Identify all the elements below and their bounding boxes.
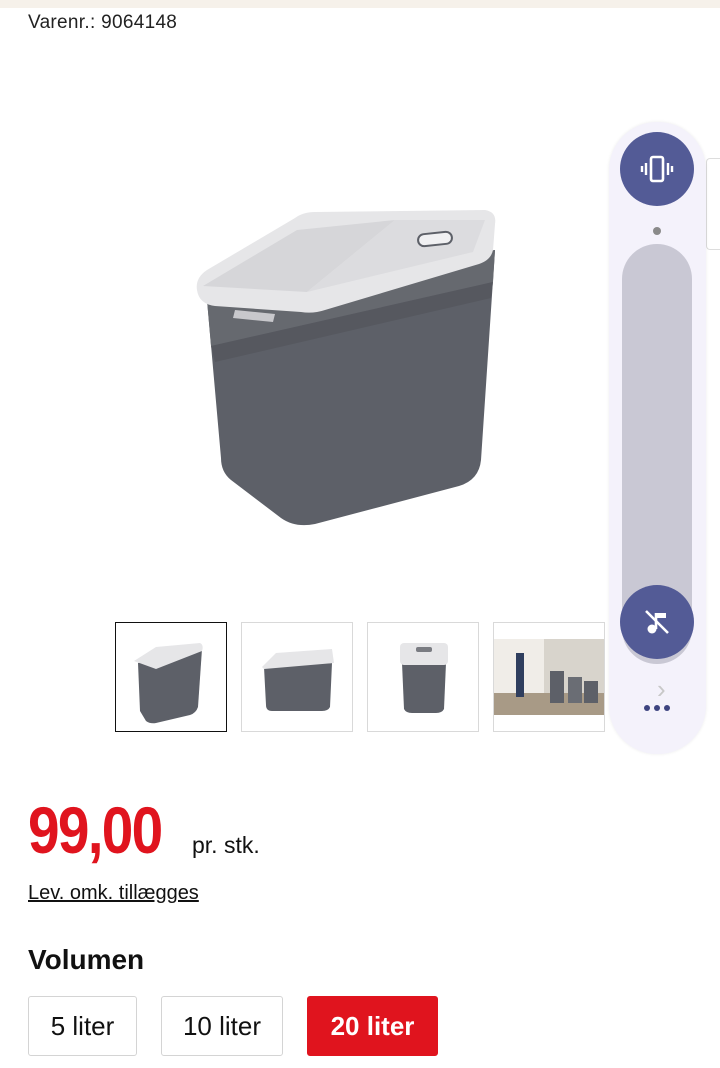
thumbnail-4-lifestyle[interactable] [493, 622, 605, 732]
music-mute-icon [645, 610, 669, 634]
volume-panel [609, 122, 706, 754]
thumbnail-strip [115, 622, 605, 732]
price-unit: pr. stk. [192, 832, 260, 858]
chevron-right-icon[interactable]: › [657, 674, 666, 705]
volume-indicator-dot [653, 227, 661, 235]
thumbnail-2[interactable] [241, 622, 353, 732]
music-mute-button[interactable] [620, 585, 694, 659]
more-options-icon [644, 705, 650, 711]
vibrate-button[interactable] [620, 132, 694, 206]
delivery-cost-link[interactable]: Lev. omk. tillægges [28, 882, 199, 905]
product-price: 99,00 [28, 793, 163, 867]
vibrate-icon [640, 155, 674, 183]
trash-bin-image [196, 210, 496, 526]
top-strip [0, 0, 720, 8]
volume-options: 5 liter 10 liter 20 liter [28, 996, 438, 1056]
side-panel-tab[interactable] [706, 158, 720, 250]
volume-heading: Volumen [28, 944, 145, 975]
thumbnail-1[interactable] [115, 622, 227, 732]
volume-option-20-liter-selected[interactable]: 20 liter [307, 996, 438, 1056]
thumbnail-3[interactable] [367, 622, 479, 732]
volume-option-5-liter[interactable]: 5 liter [28, 996, 137, 1056]
product-sku: Varenr.: 9064148 [28, 12, 178, 33]
volume-option-10-liter[interactable]: 10 liter [161, 996, 283, 1056]
product-main-image[interactable] [185, 190, 505, 530]
